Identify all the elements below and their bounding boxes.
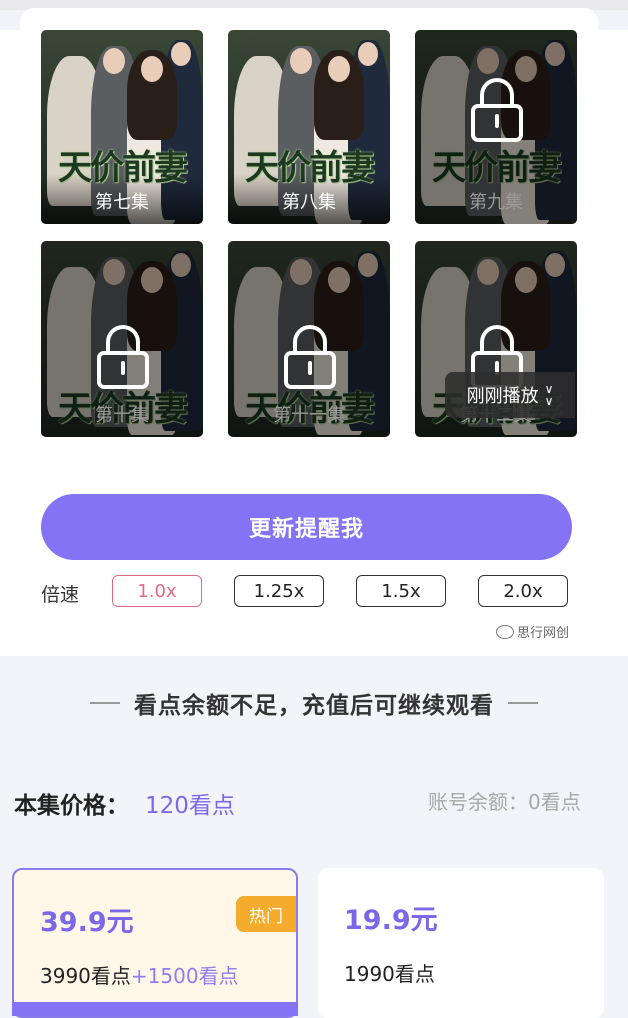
- episode-label: 第十集: [95, 405, 149, 426]
- episode-card-8[interactable]: 天价前妻 第八集: [228, 30, 390, 224]
- episode-card-7[interactable]: 天价前妻 第七集: [41, 30, 203, 224]
- speed-option-1-5x[interactable]: 1.5x: [356, 575, 446, 607]
- package-amount: 39.9元: [40, 907, 134, 938]
- episode-label: 第七集: [95, 192, 149, 213]
- package-card-39-9[interactable]: 39.9元 热门 3990看点+1500看点: [12, 868, 298, 1018]
- lock-icon: [284, 325, 336, 389]
- recent-play-label: 刚刚播放: [466, 386, 539, 407]
- speed-label: 倍速: [41, 584, 80, 606]
- package-card-19-9[interactable]: 19.9元 1990看点: [318, 868, 604, 1018]
- episode-price-value: 120看点: [145, 793, 235, 819]
- speed-option-2x[interactable]: 2.0x: [478, 575, 568, 607]
- episode-card-11[interactable]: 天价前妻 第十一集: [228, 241, 390, 437]
- divider-left: [90, 702, 120, 704]
- package-points: 1990看点: [344, 962, 435, 986]
- speed-option-1x[interactable]: 1.0x: [112, 575, 202, 607]
- lock-icon: [97, 325, 149, 389]
- episode-card-10[interactable]: 天价前妻 第十集: [41, 241, 203, 437]
- update-reminder-button[interactable]: 更新提醒我: [41, 494, 572, 560]
- episode-label: 第九集: [469, 192, 523, 213]
- episode-price-label: 本集价格：: [14, 793, 129, 819]
- lock-icon: [471, 78, 523, 142]
- speed-option-1-25x[interactable]: 1.25x: [234, 575, 324, 607]
- episode-card-9[interactable]: 天价前妻 第九集: [415, 30, 577, 224]
- recent-play-button[interactable]: 刚刚播放 ∨ ∨: [445, 372, 575, 418]
- package-bonus: +1500看点: [130, 964, 239, 988]
- wechat-icon: [496, 624, 514, 639]
- insufficient-balance-notice: 看点余额不足，充值后可继续观看: [0, 686, 628, 720]
- divider-right: [508, 702, 538, 704]
- package-selected-bar: [12, 1002, 298, 1016]
- account-balance: 账号余额：0看点: [428, 790, 581, 814]
- episode-label: 第十一集: [273, 405, 345, 426]
- package-amount: 19.9元: [344, 905, 438, 936]
- double-chevron-down-icon: ∨ ∨: [544, 382, 554, 408]
- watermark: 思行网创: [496, 622, 569, 641]
- hot-badge: 热门: [236, 896, 296, 932]
- package-points: 3990看点+1500看点: [40, 964, 239, 988]
- episode-label: 第八集: [282, 192, 336, 213]
